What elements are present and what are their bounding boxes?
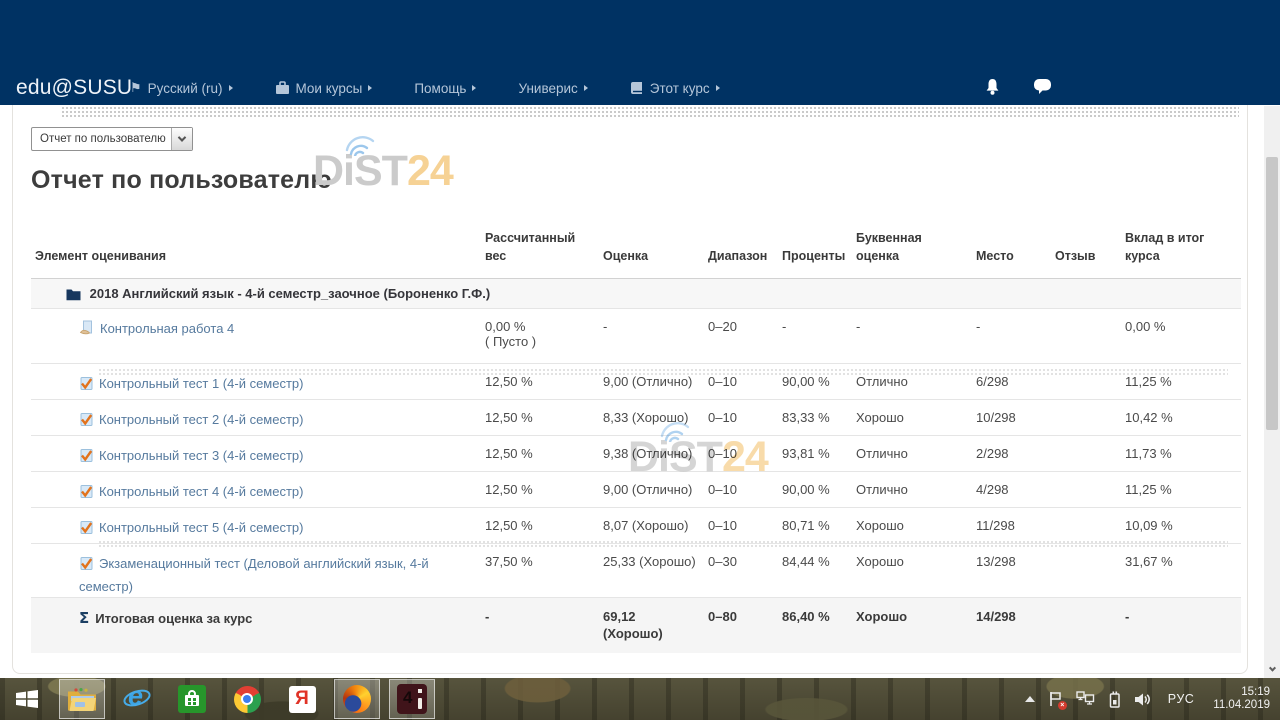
action-center-flag-icon[interactable]: × xyxy=(1048,691,1063,707)
chrome-icon xyxy=(234,686,261,713)
table-row: Контрольный тест 1 (4-й семестр) 12,50 %… xyxy=(31,363,1241,399)
internet-explorer-icon: e xyxy=(123,685,151,713)
battery-icon[interactable] xyxy=(1108,691,1121,708)
table-row: Контрольный тест 4 (4-й семестр) 12,50 %… xyxy=(31,471,1241,507)
nav-item-language[interactable]: ⚑ Русский (ru) xyxy=(130,80,233,96)
page-content: Отчет по пользователю Отчет по пользоват… xyxy=(12,105,1248,674)
sigma-icon: Σ xyxy=(79,609,89,627)
nav-item-help[interactable]: Помощь xyxy=(414,81,476,96)
screen: edu@SUSU ⚑ Русский (ru) Мои курсы Помощь… xyxy=(0,0,1280,720)
yandex-browser-icon: Я xyxy=(289,686,316,713)
main-nav: ⚑ Русский (ru) Мои курсы Помощь Универис xyxy=(130,80,762,96)
quiz-icon xyxy=(79,484,94,505)
taskbar-file-explorer[interactable] xyxy=(59,679,105,719)
taskbar-yandex-browser[interactable]: Я xyxy=(279,679,325,719)
category-row: 2018 Английский язык - 4-й семестр_заочн… xyxy=(31,278,1241,308)
quiz-icon xyxy=(79,448,94,469)
book-icon xyxy=(630,81,644,95)
tray-expand-icon[interactable] xyxy=(1025,696,1035,702)
table-row: Контрольная работа 4 0,00 %( Пусто ) - 0… xyxy=(31,308,1241,363)
grade-item-link[interactable]: Экзаменационный тест (Деловой английский… xyxy=(79,556,429,594)
scrollbar-down-arrow[interactable] xyxy=(1264,662,1280,676)
windows-taskbar: e Я xyxy=(0,678,1280,720)
taskbar-game-client[interactable]: 4 xyxy=(389,679,435,719)
chevron-right-icon xyxy=(229,85,233,91)
taskbar-apps: e Я xyxy=(0,679,435,719)
folder-explorer-icon xyxy=(67,687,97,712)
col-item: Элемент оценивания xyxy=(31,228,481,278)
folder-icon xyxy=(66,288,81,304)
col-feedback: Отзыв xyxy=(1051,228,1121,278)
col-range: Диапазон xyxy=(704,228,778,278)
chevron-right-icon xyxy=(584,85,588,91)
report-type-select[interactable]: Отчет по пользователю xyxy=(31,127,193,151)
chevron-right-icon xyxy=(472,85,476,91)
grade-item-link[interactable]: Контрольный тест 3 (4-й семестр) xyxy=(99,448,303,463)
system-tray: × РУС 15:19 11.04.2019 xyxy=(1025,686,1280,713)
notifications-bell-icon[interactable] xyxy=(984,78,1001,96)
tray-time: 15:19 xyxy=(1213,686,1270,700)
quiz-icon xyxy=(79,556,94,577)
taskbar-chrome[interactable] xyxy=(224,679,270,719)
grade-item-link[interactable]: Контрольный тест 4 (4-й семестр) xyxy=(99,484,303,499)
col-grade: Оценка xyxy=(599,228,704,278)
col-weight: Рассчитанный вес xyxy=(481,228,599,278)
flag-icon: ⚑ xyxy=(130,80,142,96)
windows-store-icon xyxy=(178,685,206,713)
table-row: Контрольный тест 2 (4-й семестр) 12,50 %… xyxy=(31,399,1241,435)
tray-date: 11.04.2019 xyxy=(1213,699,1270,713)
table-header-row: Элемент оценивания Рассчитанный вес Оцен… xyxy=(31,228,1241,278)
table-row: Контрольный тест 5 (4-й семестр) 12,50 %… xyxy=(31,507,1241,543)
language-indicator[interactable]: РУС xyxy=(1168,692,1195,706)
assignment-icon xyxy=(79,320,95,342)
quiz-icon xyxy=(79,376,94,397)
error-badge-icon: × xyxy=(1058,701,1067,710)
header-actions xyxy=(984,78,1052,96)
table-row: Контрольный тест 3 (4-й семестр) 12,50 %… xyxy=(31,435,1241,471)
chevron-right-icon xyxy=(716,85,720,91)
firefox-icon xyxy=(343,685,371,713)
windows-logo-icon xyxy=(13,685,41,713)
col-contribution: Вклад в итог курса xyxy=(1121,228,1241,278)
texture-band xyxy=(61,106,1239,117)
messages-icon[interactable] xyxy=(1033,78,1052,96)
taskbar-firefox[interactable] xyxy=(334,679,380,719)
clock[interactable]: 15:19 11.04.2019 xyxy=(1213,686,1270,713)
site-logo[interactable]: edu@SUSU xyxy=(16,76,132,100)
select-arrow-icon xyxy=(171,128,192,150)
col-rank: Место xyxy=(972,228,1051,278)
dist24-watermark: DiST24 xyxy=(313,147,453,196)
grade-item-link[interactable]: Контрольный тест 2 (4-й семестр) xyxy=(99,412,303,427)
network-icon[interactable] xyxy=(1076,691,1095,707)
chevron-right-icon xyxy=(368,85,372,91)
wifi-arcs-icon xyxy=(343,132,379,156)
grade-item-link[interactable]: Контрольный тест 1 (4-й семестр) xyxy=(99,376,303,391)
briefcase-icon xyxy=(275,81,290,95)
taskbar-internet-explorer[interactable]: e xyxy=(114,679,160,719)
quiz-icon xyxy=(79,412,94,433)
col-letter: Буквенная оценка xyxy=(852,228,972,278)
scrollbar-thumb[interactable] xyxy=(1266,157,1278,430)
nav-item-univeris[interactable]: Универис xyxy=(518,81,587,96)
grade-item-link[interactable]: Контрольная работа 4 xyxy=(100,321,234,336)
nav-item-this-course[interactable]: Этот курс xyxy=(630,81,720,96)
start-button[interactable] xyxy=(4,679,50,719)
volume-icon[interactable] xyxy=(1134,692,1151,707)
scrollbar[interactable] xyxy=(1264,106,1280,678)
site-header: edu@SUSU ⚑ Русский (ru) Мои курсы Помощь… xyxy=(0,0,1280,105)
table-row: Экзаменационный тест (Деловой английский… xyxy=(31,543,1241,597)
col-percent: Проценты xyxy=(778,228,852,278)
course-total-row: ΣИтоговая оценка за курс - 69,12(Хорошо)… xyxy=(31,597,1241,653)
quiz-icon xyxy=(79,520,94,541)
taskbar-windows-store[interactable] xyxy=(169,679,215,719)
page-title: Отчет по пользователю xyxy=(31,166,332,195)
grade-report-table: Элемент оценивания Рассчитанный вес Оцен… xyxy=(31,228,1241,653)
grade-item-link[interactable]: Контрольный тест 5 (4-й семестр) xyxy=(99,520,303,535)
nav-item-my-courses[interactable]: Мои курсы xyxy=(275,81,373,96)
game-client-icon: 4 xyxy=(397,684,427,714)
